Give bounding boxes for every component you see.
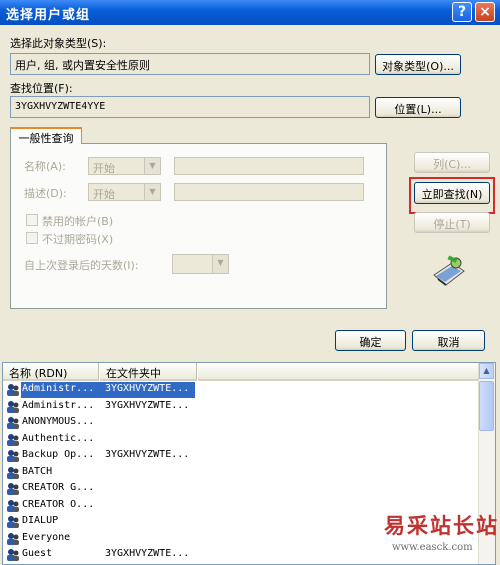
row-folder: 3YGXHVYZWTE...: [105, 383, 190, 394]
row-name: Backup Op...: [22, 449, 95, 460]
row-name: ANONYMOUS...: [22, 416, 95, 427]
user-group-icon: [7, 450, 19, 462]
row-name: Guest: [22, 548, 53, 559]
close-button[interactable]: ×: [475, 2, 495, 22]
watermark-logo: 易采站长站 www.easck.com: [384, 510, 499, 553]
ok-button[interactable]: 确定: [335, 330, 406, 351]
object-types-button[interactable]: 对象类型(O)...: [375, 54, 461, 75]
row-name: Administr...: [22, 399, 95, 411]
row-name: Everyone: [22, 531, 71, 543]
object-type-field: 用户, 组, 或内置安全性原则: [10, 53, 370, 75]
no-expire-password-label: 不过期密码(X): [42, 233, 114, 246]
name-match-value: 开始: [93, 162, 115, 175]
days-since-logon-combo[interactable]: ▼: [172, 254, 229, 274]
location-label: 查找位置(F):: [10, 82, 73, 95]
description-input[interactable]: [174, 183, 364, 201]
title-bar: 选择用户或组 ? ×: [0, 0, 500, 25]
user-group-icon: [7, 483, 19, 495]
name-match-combo[interactable]: 开始 ▼: [88, 157, 161, 175]
days-since-logon-label: 自上次登录后的天数(I):: [24, 259, 139, 272]
watermark-url: www.easck.com: [392, 542, 473, 553]
locations-button[interactable]: 位置(L)...: [375, 97, 461, 118]
row-name: Authentic...: [22, 432, 95, 444]
stop-button[interactable]: 停止(T): [414, 212, 490, 233]
user-group-icon: [7, 532, 19, 545]
user-group-icon: [7, 549, 19, 561]
scrollbar-thumb[interactable]: [479, 381, 494, 431]
search-users-icon: [433, 255, 465, 286]
location-field: 3YGXHVYZWTE4YYE: [10, 96, 370, 118]
row-folder: 3YGXHVYZWTE...: [105, 449, 190, 460]
row-name: Administr...: [22, 383, 95, 394]
table-row[interactable]: BATCH: [3, 465, 483, 481]
table-row[interactable]: ANONYMOUS...: [3, 415, 483, 431]
description-match-combo[interactable]: 开始 ▼: [88, 183, 161, 201]
columns-button[interactable]: 列(C)...: [414, 152, 490, 173]
description-match-value: 开始: [93, 188, 115, 201]
tab-general-query[interactable]: 一般性查询: [10, 127, 82, 145]
user-group-icon: [7, 516, 19, 528]
column-header-name[interactable]: 名称 (RDN): [3, 363, 99, 381]
general-query-panel: 名称(A): 开始 ▼ 描述(D): 开始 ▼ 禁用的帐户(B) 不过期密码(X…: [10, 143, 387, 309]
chevron-down-icon: ▼: [144, 184, 160, 200]
no-expire-password-checkbox[interactable]: [26, 232, 38, 244]
user-group-icon: [7, 433, 19, 446]
user-group-icon: [7, 499, 19, 512]
user-group-icon: [7, 466, 19, 479]
user-group-icon: [7, 400, 19, 413]
table-row[interactable]: Administr... 3YGXHVYZWTE...: [3, 399, 483, 415]
table-row[interactable]: Authentic...: [3, 432, 483, 448]
object-type-label: 选择此对象类型(S):: [10, 37, 107, 50]
watermark-text: 易采站长站: [384, 513, 499, 538]
chevron-down-icon: ▼: [212, 255, 228, 273]
user-group-icon: [7, 384, 19, 396]
row-name: CREATOR G...: [22, 482, 95, 493]
name-label: 名称(A):: [24, 160, 66, 173]
table-row[interactable]: Backup Op... 3YGXHVYZWTE...: [3, 448, 483, 464]
disabled-accounts-checkbox[interactable]: [26, 214, 38, 226]
cancel-button[interactable]: 取消: [412, 330, 485, 351]
scroll-up-icon[interactable]: ▲: [479, 363, 494, 379]
column-header-filler: [198, 363, 480, 381]
help-button[interactable]: ?: [452, 2, 472, 22]
row-name: DIALUP: [22, 515, 59, 526]
chevron-down-icon: ▼: [144, 158, 160, 174]
table-row[interactable]: CREATOR G...: [3, 481, 483, 497]
user-group-icon: [7, 417, 19, 429]
description-label: 描述(D):: [24, 187, 67, 200]
window-title: 选择用户或组: [6, 8, 91, 23]
name-input[interactable]: [174, 157, 364, 175]
find-now-button[interactable]: 立即查找(N): [414, 182, 490, 204]
column-header-folder[interactable]: 在文件夹中: [100, 363, 197, 381]
row-folder: 3YGXHVYZWTE...: [105, 548, 190, 559]
disabled-accounts-label: 禁用的帐户(B): [42, 215, 114, 228]
row-folder: 3YGXHVYZWTE...: [105, 399, 190, 411]
table-row[interactable]: Administr... 3YGXHVYZWTE...: [3, 382, 483, 398]
row-name: CREATOR O...: [22, 498, 95, 510]
row-name: BATCH: [22, 465, 53, 477]
